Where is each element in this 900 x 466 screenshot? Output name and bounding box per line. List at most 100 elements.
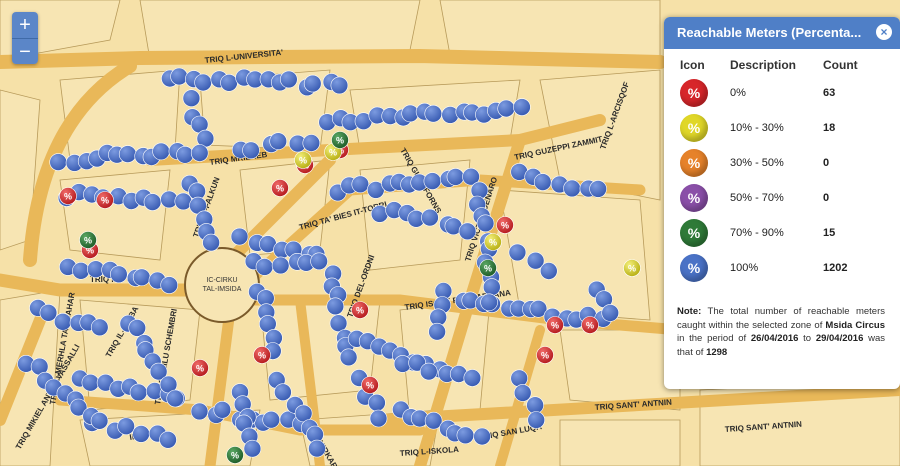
meter-marker-icon[interactable] [326, 297, 345, 316]
meter-marker-icon[interactable] [90, 411, 109, 430]
meter-marker-icon[interactable] [526, 396, 544, 415]
meter-marker-icon[interactable] [563, 179, 581, 198]
percent-glyph: % [425, 0, 433, 2]
percent-marker-icon: % [680, 219, 708, 247]
meter-marker-icon[interactable] [508, 243, 527, 262]
meter-marker-icon[interactable] [262, 410, 281, 429]
legend-note: Note: The total number of reachable mete… [677, 305, 885, 359]
legend-count: 63 [823, 87, 836, 99]
legend-row: % 30% - 50% 0 [664, 147, 900, 182]
meter-marker-icon[interactable] [170, 67, 188, 86]
meter-marker-icon[interactable] [513, 98, 531, 116]
meter-marker-icon[interactable] [159, 430, 177, 449]
meter-marker-icon[interactable] [255, 258, 274, 276]
meter-marker-icon[interactable] [428, 322, 446, 341]
percent-glyph: % [231, 451, 239, 461]
meter-marker-icon[interactable] [446, 168, 465, 186]
percent-glyph: % [195, 0, 203, 2]
legend-description: 30% - 50% [730, 157, 784, 169]
zoom-out-button[interactable]: − [12, 38, 38, 64]
meter-marker-icon[interactable] [220, 74, 238, 92]
legend-rows: % 0% 63 % 10% - 30% 18 % 30% - 50% 0 % 50% - 70… [664, 77, 900, 287]
meter-marker-icon[interactable] [510, 369, 529, 388]
meter-marker-icon[interactable] [117, 417, 135, 436]
meter-marker-icon[interactable] [351, 175, 370, 194]
meter-marker-icon[interactable] [132, 268, 151, 287]
close-icon[interactable]: × [876, 24, 892, 40]
meter-marker-icon[interactable] [128, 319, 146, 337]
meter-marker-icon[interactable] [129, 383, 148, 402]
meter-marker-icon[interactable] [456, 426, 475, 445]
meter-marker-icon[interactable] [424, 104, 443, 123]
meter-marker-icon[interactable] [182, 89, 201, 107]
meter-marker-icon[interactable] [330, 76, 349, 95]
column-header-icon: Icon [680, 58, 705, 72]
legend-description: 0% [730, 87, 746, 99]
meter-marker-icon[interactable] [152, 142, 170, 161]
meter-marker-icon[interactable] [329, 314, 348, 333]
percent-glyph: % [259, 0, 267, 2]
meter-marker-icon[interactable] [310, 252, 328, 271]
meter-marker-icon[interactable] [49, 153, 68, 171]
percent-marker-icon: % [680, 79, 708, 107]
meter-marker-icon[interactable] [230, 227, 249, 246]
meter-marker-icon[interactable] [368, 393, 386, 412]
meter-marker-icon[interactable] [110, 265, 128, 284]
meter-marker-icon[interactable] [463, 369, 482, 387]
note-date-from: 26/04/2016 [750, 333, 799, 344]
meter-marker-icon[interactable] [143, 193, 162, 211]
meter-marker-icon[interactable] [339, 348, 358, 367]
meter-marker-icon[interactable] [589, 180, 607, 198]
percent-glyph: % [313, 0, 321, 2]
meter-marker-icon[interactable] [190, 144, 209, 162]
meter-marker-icon[interactable] [271, 256, 290, 275]
meter-marker-icon[interactable] [533, 173, 552, 191]
meter-marker-icon[interactable] [539, 262, 558, 280]
meter-marker-icon[interactable] [527, 411, 546, 429]
meter-marker-icon[interactable] [423, 172, 442, 190]
meter-marker-icon[interactable] [369, 409, 388, 428]
meter-marker-icon[interactable] [480, 293, 498, 312]
meter-marker-icon[interactable] [513, 384, 532, 402]
meter-marker-icon[interactable] [176, 146, 194, 164]
meter-marker-icon[interactable] [279, 70, 298, 89]
percent-glyph: % [345, 0, 353, 2]
meter-marker-icon[interactable] [72, 261, 90, 280]
zoom-in-button[interactable]: + [12, 12, 38, 38]
meter-marker-icon[interactable] [482, 278, 501, 296]
meter-marker-icon[interactable] [242, 141, 260, 160]
meter-marker-icon[interactable] [458, 222, 477, 241]
meter-marker-icon[interactable] [81, 373, 100, 392]
percent-glyph: % [171, 0, 179, 2]
percent-glyph: % [111, 0, 119, 2]
meter-marker-icon[interactable] [302, 134, 321, 152]
percent-glyph: % [572, 0, 580, 2]
meter-marker-icon[interactable] [166, 389, 184, 408]
meter-marker-icon[interactable] [160, 276, 178, 294]
meter-marker-icon[interactable] [202, 233, 220, 252]
percent-glyph: % [551, 321, 559, 331]
meter-marker-icon[interactable] [174, 192, 193, 211]
percent-marker-icon: % [680, 149, 708, 177]
meter-marker-icon[interactable] [269, 132, 288, 150]
meter-marker-icon[interactable] [194, 73, 212, 92]
meter-marker-icon[interactable] [419, 362, 438, 381]
note-text: in the period of [677, 333, 751, 344]
meter-marker-icon[interactable] [53, 312, 72, 331]
meter-marker-icon[interactable] [274, 383, 292, 402]
meter-marker-icon[interactable] [243, 439, 262, 458]
meter-marker-icon[interactable] [190, 402, 209, 421]
meter-marker-icon[interactable] [90, 318, 109, 337]
meter-marker-icon[interactable] [132, 425, 150, 443]
meter-marker-icon[interactable] [213, 400, 232, 419]
meter-marker-icon[interactable] [39, 303, 58, 322]
meter-marker-icon[interactable] [308, 439, 326, 458]
meter-marker-icon[interactable] [473, 427, 491, 446]
meter-marker-icon[interactable] [601, 304, 620, 322]
meter-marker-icon[interactable] [497, 99, 516, 118]
meter-marker-icon[interactable] [118, 145, 137, 163]
meter-marker-icon[interactable] [476, 214, 495, 233]
meter-marker-icon[interactable] [421, 208, 439, 227]
percent-glyph: % [291, 0, 299, 2]
meter-marker-icon[interactable] [303, 74, 322, 93]
